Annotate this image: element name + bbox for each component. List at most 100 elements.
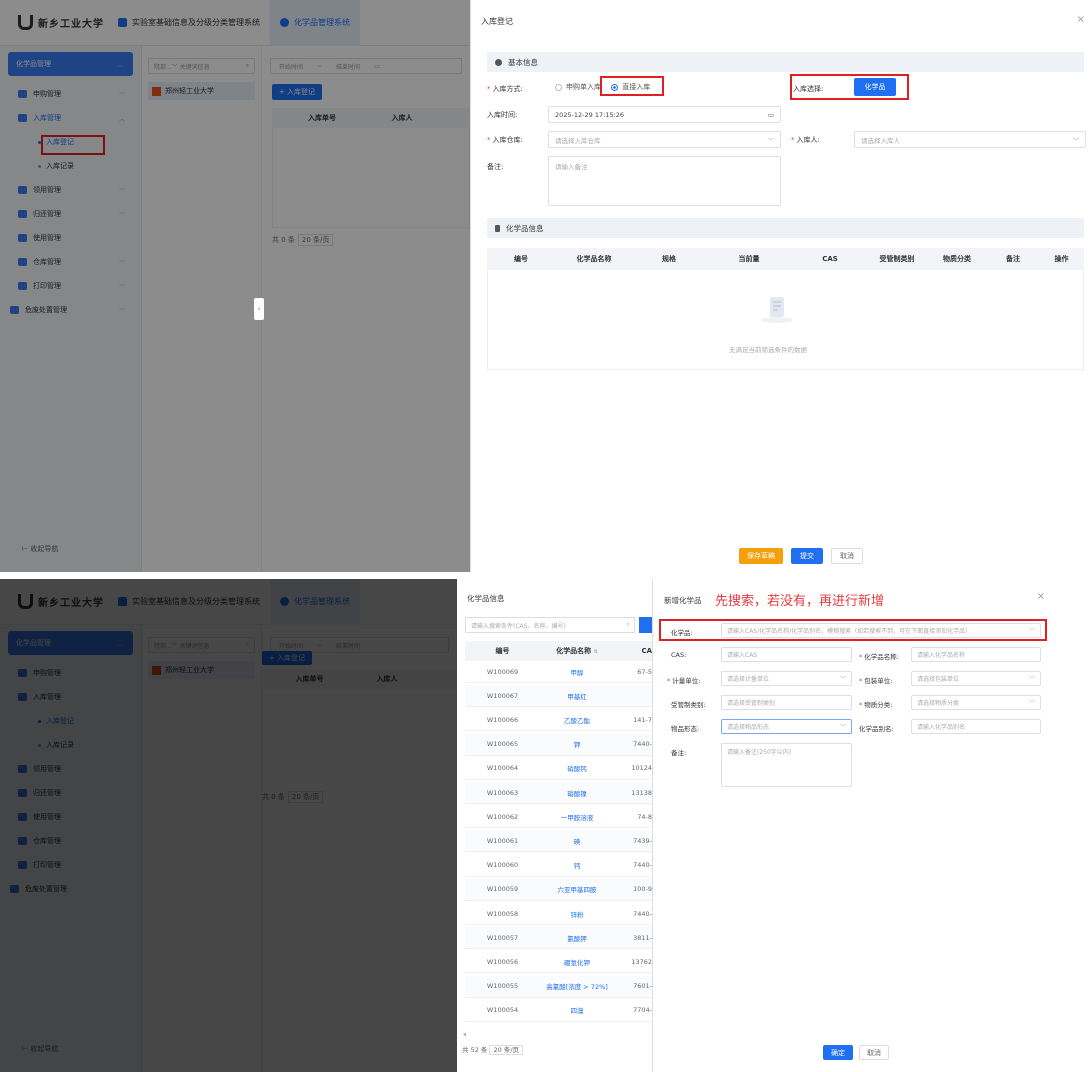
col-header: CAS: [822, 255, 838, 263]
cancel-button[interactable]: 取消: [859, 1045, 889, 1060]
placeholder: 请选择物质分类: [917, 700, 960, 707]
time-input[interactable]: 2025-12-29 17:15:26 ▭: [548, 106, 781, 123]
empty-text: 无满足当前筛选条件的数据: [729, 346, 807, 354]
table-row[interactable]: W100062 一甲胺溶液 74-8: [465, 806, 652, 829]
highlight-select: [790, 74, 909, 100]
table-row[interactable]: W100055 高氯酸[浓度 > 72%] 7601-: [465, 975, 652, 998]
cell-cas: 100-9: [633, 885, 652, 894]
table-row[interactable]: W100064 硝酸钙 10124: [465, 758, 652, 780]
cancel-button[interactable]: 取消: [831, 548, 863, 564]
form-select[interactable]: 请选择物品形态 ﹀: [721, 719, 852, 734]
class-select[interactable]: 请选择物质分类 ﹀: [911, 695, 1041, 710]
table-row[interactable]: W100060 钙 7440-: [465, 855, 652, 877]
table-row[interactable]: W100056 硼氢化钾 13762: [465, 951, 652, 974]
stockin-drawer: 入库登记 × 基本信息 * 入库方式: 申购单入库 直接入库 入库选择: 化学品 …: [470, 0, 1089, 572]
chevron-down-icon: ﹀: [1028, 700, 1035, 707]
cell-name[interactable]: 一甲胺溶液: [540, 812, 614, 822]
placeholder: 请选择入库仓库: [555, 136, 601, 145]
label-text: 计量单位:: [672, 677, 701, 685]
cell-name[interactable]: 硼氢化钾: [540, 957, 614, 967]
cell-name[interactable]: 六亚甲基四胺: [540, 884, 614, 894]
table-row[interactable]: W100058 锌粉 7440-: [465, 903, 652, 925]
name-input[interactable]: 请输入化学品名称: [911, 647, 1041, 662]
cas-input[interactable]: 请输入CAS: [721, 647, 852, 662]
cell-name[interactable]: 碘: [540, 836, 614, 846]
table-row[interactable]: W100063 硝酸镍 13138: [465, 782, 652, 804]
col-header: 编号: [514, 255, 528, 263]
time-label: 入库时间:: [487, 111, 518, 119]
chem-search-select[interactable]: 请输入CAS/化学品名称/化学品别名，模糊搜索（如若搜索不到，可在下面直接添加化…: [721, 623, 1041, 638]
cell-name[interactable]: 硝酸钙: [540, 763, 614, 773]
panel-title: 化学品信息: [467, 594, 505, 603]
ctrl-label: 受管制类别:: [671, 701, 706, 709]
cell-no: W100054: [486, 1006, 519, 1015]
label-text: 入库人:: [796, 136, 820, 144]
cell-name[interactable]: 四溴: [540, 1005, 614, 1015]
table-row[interactable]: W100061 碘 7439-: [465, 830, 652, 853]
col-header: 当前量: [738, 255, 760, 263]
empty-data-icon: [759, 292, 795, 324]
dialog-title: 新增化学品: [664, 596, 702, 605]
radio-purchase[interactable]: 申购单入库: [555, 82, 601, 92]
ctrl-input[interactable]: 请选择受管制类别: [721, 695, 852, 710]
col-header: 化学品名称: [576, 255, 612, 263]
ok-button[interactable]: 确定: [823, 1045, 853, 1060]
table-row[interactable]: W100066 乙酸乙酯 141-7: [465, 709, 652, 732]
info-icon: [495, 58, 502, 66]
cell-name[interactable]: 钾: [540, 739, 614, 749]
search-icon: ⌕: [626, 621, 630, 628]
cell-name[interactable]: 甲醇: [540, 667, 614, 677]
table-row[interactable]: W100067 甲基红: [465, 685, 652, 708]
placeholder: 请输入备注: [555, 163, 588, 171]
table-row[interactable]: W100057 氯酸钾 3811-: [465, 927, 652, 950]
remark-label: 备注:: [671, 749, 687, 757]
placeholder: 请选择计量单位: [727, 676, 770, 683]
cell-cas: 74-8: [637, 812, 652, 821]
cell-name[interactable]: 甲基红: [540, 691, 614, 701]
close-icon[interactable]: ×: [1037, 591, 1045, 602]
label-text: 物质分类:: [864, 701, 893, 709]
col-header: 编号: [495, 647, 510, 655]
cell-no: W100065: [486, 740, 519, 749]
save-draft-button[interactable]: 保存草稿: [739, 548, 783, 564]
placeholder: 请输入CAS/化学品名称/化学品别名，模糊搜索（如若搜索不到，可在下面直接添加化…: [727, 628, 972, 635]
chem-label: 化学品:: [671, 629, 693, 637]
remark-textarea[interactable]: 请输入备注: [548, 156, 781, 206]
table-row[interactable]: W100054 四溴 7704-: [465, 1000, 652, 1022]
table-row[interactable]: W100059 六亚甲基四胺 100-9: [465, 878, 652, 901]
scroll-left-icon[interactable]: ◂: [463, 1031, 466, 1038]
page-size-select[interactable]: 20 条/页: [489, 1045, 524, 1055]
warehouse-label: * 入库仓库:: [487, 136, 523, 144]
table-row[interactable]: W100069 甲醇 67-5: [465, 661, 652, 683]
remark-textarea[interactable]: 请输入备注(250字以内): [721, 743, 852, 787]
pagination: 共 52 条 20 条/页: [462, 1044, 524, 1055]
chem-table-header: 编号 化学品名称 ⇅ CA: [465, 641, 652, 661]
sort-icon: ⇅: [593, 649, 598, 655]
chevron-down-icon: ﹀: [1072, 136, 1080, 145]
person-select[interactable]: 请选择入库人 ﹀: [854, 131, 1086, 148]
table-row[interactable]: W100065 钾 7440-: [465, 733, 652, 756]
cell-cas: 10124: [631, 764, 652, 773]
sidebar-toggle-icon[interactable]: ‹: [254, 298, 264, 320]
cell-name[interactable]: 锌粉: [540, 909, 614, 919]
cell-no: W100056: [486, 957, 519, 966]
cell-cas: 3811-: [633, 933, 652, 942]
alias-label: 化学品别名:: [859, 725, 894, 733]
cell-name[interactable]: 硝酸镍: [540, 788, 614, 798]
search-button[interactable]: [639, 617, 652, 633]
placeholder: 请选择包装单位: [917, 676, 960, 683]
alias-input[interactable]: 请输入化学品别名: [911, 719, 1041, 734]
unit-select[interactable]: 请选择计量单位 ﹀: [721, 671, 852, 686]
cell-name[interactable]: 钙: [540, 860, 614, 870]
cell-name[interactable]: 乙酸乙酯: [540, 715, 614, 725]
pack-select[interactable]: 请选择包装单位 ﹀: [911, 671, 1041, 686]
warehouse-select[interactable]: 请选择入库仓库 ﹀: [548, 131, 781, 148]
time-value: 2025-12-29 17:15:26: [555, 110, 625, 119]
close-icon[interactable]: ×: [1077, 14, 1085, 25]
highlight-direct: [600, 76, 664, 96]
cell-name[interactable]: 高氯酸[浓度 > 72%]: [540, 981, 614, 991]
cell-name[interactable]: 氯酸钾: [540, 933, 614, 943]
submit-button[interactable]: 提交: [791, 548, 823, 564]
chem-search-input[interactable]: 请输入搜索条件(CAS、名称、编号) ⌕: [465, 617, 635, 633]
chem-info-panel: 化学品信息 请输入搜索条件(CAS、名称、编号) ⌕ 编号 化学品名称 ⇅ CA …: [457, 579, 652, 1072]
